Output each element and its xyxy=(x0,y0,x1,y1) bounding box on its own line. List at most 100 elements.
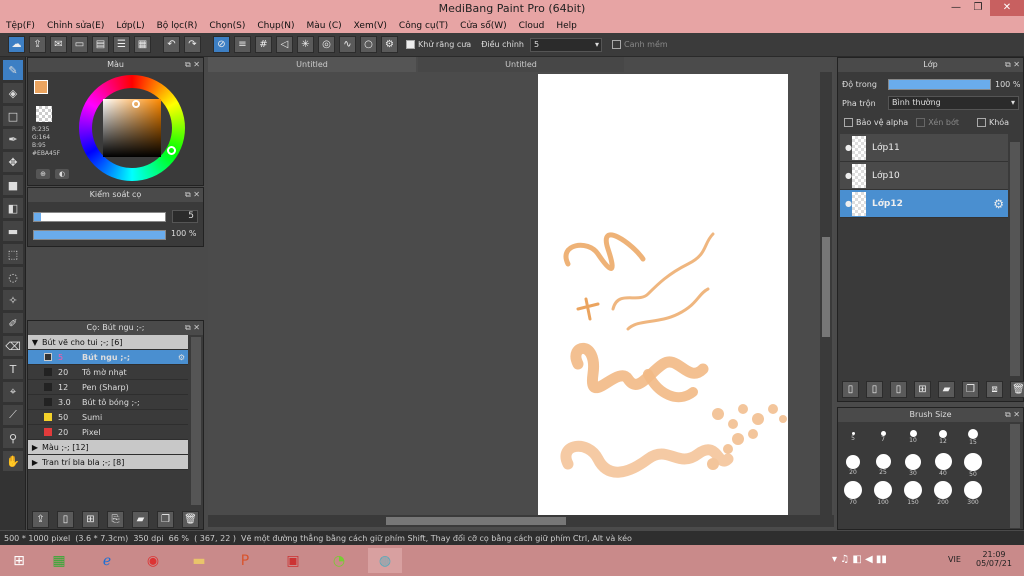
layer-opacity-slider[interactable] xyxy=(888,79,991,90)
brush-item[interactable]: 5 Bút ngu ;-; ⚙ xyxy=(28,350,188,365)
hand-tool-icon[interactable]: ✋ xyxy=(3,451,23,471)
new-layer-8bit-icon[interactable]: ▯ xyxy=(866,381,883,398)
menu-cloud[interactable]: Cloud xyxy=(519,21,545,31)
pen-tool-icon[interactable]: ✒ xyxy=(3,129,23,149)
operation-tool-icon[interactable]: ⌖ xyxy=(3,382,23,402)
file-explorer-icon[interactable]: ▬ xyxy=(184,548,214,573)
menu-view[interactable]: Xem(V) xyxy=(354,21,387,31)
drawing-paper[interactable] xyxy=(538,74,788,515)
blend-select[interactable]: Bình thường ▾ xyxy=(888,96,1019,110)
undo-icon[interactable]: ↶ xyxy=(163,36,180,53)
transparent-swatch[interactable] xyxy=(36,106,52,122)
hue-picker-handle[interactable] xyxy=(167,146,176,155)
color-add-icon[interactable]: ⊕ xyxy=(36,169,50,179)
folder-icon[interactable]: ▰ xyxy=(132,511,149,528)
brush-item[interactable]: 12 Pen (Sharp) xyxy=(28,380,188,395)
duplicate-layer-icon[interactable]: ❐ xyxy=(962,381,979,398)
magic-wand-icon[interactable]: ✧ xyxy=(3,290,23,310)
new-layer-icon[interactable]: ▯ xyxy=(842,381,859,398)
add-layer-menu-icon[interactable]: ⊞ xyxy=(914,381,931,398)
cross-snap-icon[interactable]: # xyxy=(255,36,272,53)
gear-icon[interactable]: ⚙ xyxy=(993,197,1004,211)
primary-color-swatch[interactable] xyxy=(34,80,48,94)
menu-help[interactable]: Help xyxy=(556,21,577,31)
trash-icon[interactable]: 🗑 xyxy=(182,511,199,528)
grid-icon[interactable]: ▦ xyxy=(134,36,151,53)
input-language[interactable]: VIE xyxy=(948,555,961,564)
brush-size-option[interactable]: 50 xyxy=(959,451,987,479)
upload-icon[interactable]: ⇪ xyxy=(32,511,49,528)
cloud-icon[interactable]: ☁ xyxy=(8,36,25,53)
protect-alpha-checkbox[interactable] xyxy=(844,118,853,127)
brush-size-option[interactable]: 100 xyxy=(869,479,897,507)
tab-untitled-1[interactable]: Untitled xyxy=(208,57,416,72)
brush-size-option[interactable]: 300 xyxy=(959,479,987,507)
brush-item[interactable]: 20 Pixel xyxy=(28,425,188,440)
new-brush-icon[interactable]: ▯ xyxy=(57,511,74,528)
layer-row[interactable]: ● Lớp12 ⚙ xyxy=(840,190,1008,218)
lock-checkbox[interactable] xyxy=(976,118,986,127)
menu-color[interactable]: Màu (C) xyxy=(307,21,342,31)
layers-scrollbar[interactable] xyxy=(1010,142,1020,376)
menu-layer[interactable]: Lớp(L) xyxy=(116,21,144,31)
brush-group[interactable]: ▶ Tran trí bla bla ;-; [8] xyxy=(28,455,188,470)
select-eraser-icon[interactable]: ⌫ xyxy=(3,336,23,356)
layer-row[interactable]: ● Lớp11 xyxy=(840,134,1008,162)
app-icon[interactable]: ▣ xyxy=(278,548,308,573)
chat-icon[interactable]: ✉ xyxy=(50,36,67,53)
saturation-square[interactable] xyxy=(103,99,161,157)
brush-size-option[interactable]: 10 xyxy=(899,423,927,451)
text-tool-icon[interactable]: T xyxy=(3,359,23,379)
close-button[interactable]: ✕ xyxy=(990,0,1024,16)
menu-filter[interactable]: Bộ lọc(R) xyxy=(157,21,198,31)
divide-tool-icon[interactable]: ⟋ xyxy=(3,405,23,425)
comment-icon[interactable]: ▭ xyxy=(71,36,88,53)
layer-row[interactable]: ● Lớp10 xyxy=(840,162,1008,190)
folder-icon[interactable]: ▰ xyxy=(938,381,955,398)
brush-opacity-slider[interactable] xyxy=(33,230,166,240)
snap-off-icon[interactable]: ⊘ xyxy=(213,36,230,53)
brush-item[interactable]: 20 Tô mờ nhạt xyxy=(28,365,188,380)
brush-group[interactable]: ▼ Bút vẽ cho tui ;-; [6] xyxy=(28,335,188,350)
sv-picker-handle[interactable] xyxy=(132,100,140,108)
tray-icons[interactable]: ▾ ♫ ◧ ◀ ▮▮ xyxy=(832,554,887,565)
lasso-tool-icon[interactable]: ◌ xyxy=(3,267,23,287)
menu-tools[interactable]: Công cụ(T) xyxy=(399,21,448,31)
eraser-tool-icon[interactable]: ◈ xyxy=(3,83,23,103)
panel-close-icon[interactable]: ⧉ ✕ xyxy=(1005,58,1020,72)
panel-close-icon[interactable]: ⧉ ✕ xyxy=(185,321,200,335)
gear-icon[interactable]: ⚙ xyxy=(178,353,185,362)
circle-snap-icon[interactable]: ◎ xyxy=(318,36,335,53)
trash-icon[interactable]: 🗑 xyxy=(1010,381,1024,398)
windows-start-icon[interactable]: ⊞ xyxy=(4,548,34,573)
merge-layer-icon[interactable]: ⧈ xyxy=(986,381,1003,398)
vertical-scrollbar[interactable] xyxy=(820,72,832,515)
brush-size-option[interactable]: 15 xyxy=(959,423,987,451)
brush-group[interactable]: ▶ Màu ;-; [12] xyxy=(28,440,188,455)
brush-size-option[interactable]: 7 xyxy=(869,423,897,451)
eye-icon[interactable]: ● xyxy=(845,171,852,180)
eye-icon[interactable]: ● xyxy=(845,143,852,152)
menu-select[interactable]: Chọn(S) xyxy=(209,21,245,31)
radial-snap-icon[interactable]: ✳ xyxy=(297,36,314,53)
fill-rect-tool-icon[interactable]: ■ xyxy=(3,175,23,195)
panel-close-icon[interactable]: ⧉ ✕ xyxy=(185,58,200,72)
add-brush-icon[interactable]: ⊞ xyxy=(82,511,99,528)
curve-snap-icon[interactable]: ∿ xyxy=(339,36,356,53)
brush-item[interactable]: 50 Sumi xyxy=(28,410,188,425)
redo-icon[interactable]: ↷ xyxy=(184,36,201,53)
move-tool-icon[interactable]: ✥ xyxy=(3,152,23,172)
panel-close-icon[interactable]: ⧉ ✕ xyxy=(1005,408,1020,422)
clip-checkbox[interactable] xyxy=(916,118,926,127)
parallel-snap-icon[interactable]: ≡ xyxy=(234,36,251,53)
app-green-icon[interactable]: ◔ xyxy=(324,548,354,573)
rect-tool-icon[interactable]: □ xyxy=(3,106,23,126)
select-pen-icon[interactable]: ✐ xyxy=(3,313,23,333)
brush-size-option[interactable]: 25 xyxy=(869,451,897,479)
duplicate-icon[interactable]: ❐ xyxy=(157,511,174,528)
brush-size-option[interactable]: 40 xyxy=(929,451,957,479)
color-mode-icon[interactable]: ◐ xyxy=(55,169,69,179)
copy-icon[interactable]: ⎘ xyxy=(107,511,124,528)
panel-close-icon[interactable]: ⧉ ✕ xyxy=(185,188,200,202)
page-icon[interactable]: ▤ xyxy=(92,36,109,53)
